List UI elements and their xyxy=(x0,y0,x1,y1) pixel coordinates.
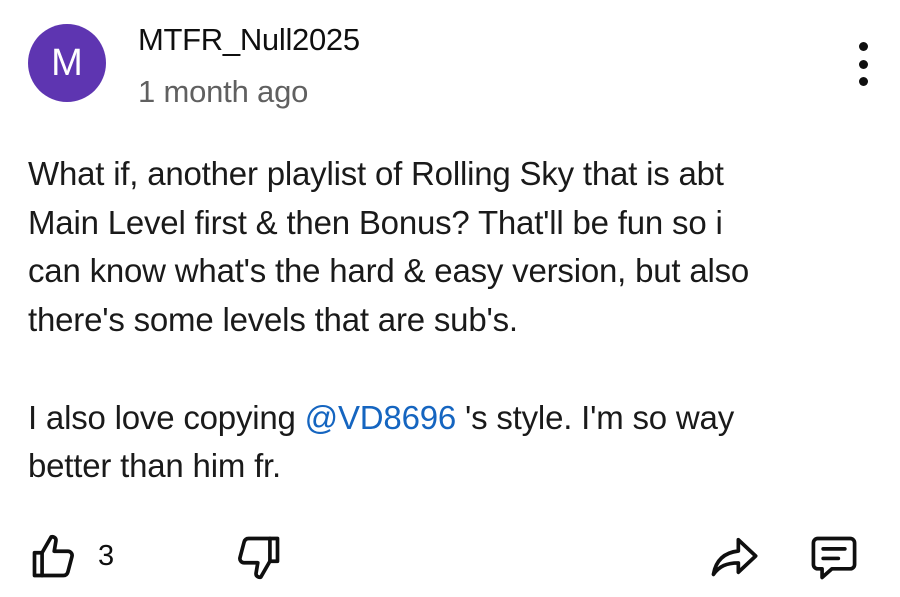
comment-avatar[interactable]: M xyxy=(28,24,106,102)
like-count: 3 xyxy=(98,539,115,572)
reply-button[interactable] xyxy=(808,533,860,583)
comment-body: What if, another playlist of Rolling Sky… xyxy=(28,150,888,491)
dislike-button[interactable] xyxy=(232,532,284,584)
comment-timestamp: 1 month ago xyxy=(138,74,309,109)
more-vert-icon xyxy=(858,42,868,51)
comment-paragraph-2: I also love copying @VD8696 's style. I'… xyxy=(28,394,888,491)
user-mention-link[interactable]: @VD8696 xyxy=(305,399,457,436)
more-options-button[interactable] xyxy=(846,42,880,86)
comment-paragraph-1: What if, another playlist of Rolling Sky… xyxy=(28,155,750,339)
like-button[interactable]: 3 xyxy=(28,530,114,582)
share-button[interactable] xyxy=(708,532,760,580)
comment-username[interactable]: MTFR_Null2025 xyxy=(138,22,360,58)
thumbs-up-icon xyxy=(28,530,80,582)
avatar-initial: M xyxy=(51,41,83,84)
comment-text: I also love copying xyxy=(28,398,305,436)
more-vert-icon-dot xyxy=(858,59,868,69)
more-vert-icon-dot xyxy=(858,77,868,86)
share-icon xyxy=(708,532,760,580)
reply-icon xyxy=(808,533,860,583)
thumbs-down-icon xyxy=(232,532,284,584)
